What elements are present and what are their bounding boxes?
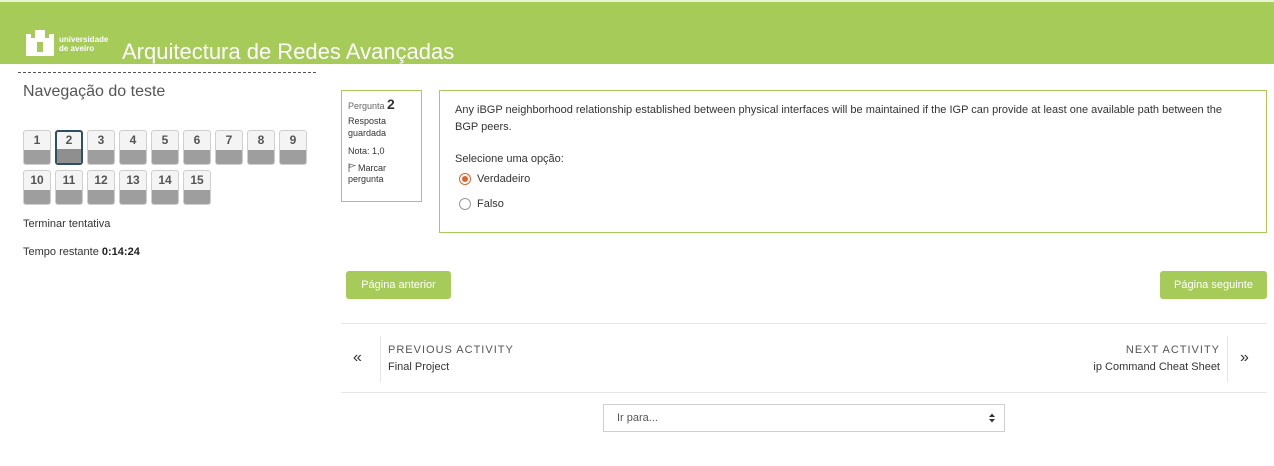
- next-activity-heading: NEXT ACTIVITY: [1125, 344, 1220, 356]
- jump-to-select[interactable]: Ir para...: [603, 404, 1005, 432]
- question-button-5[interactable]: 5: [151, 130, 179, 165]
- logo-line-2: de aveiro: [59, 44, 95, 53]
- timer-label: Tempo restante: [23, 246, 99, 258]
- question-button-8[interactable]: 8: [247, 130, 275, 165]
- radio-unchecked-icon[interactable]: [459, 198, 471, 211]
- question-button-1[interactable]: 1: [23, 130, 51, 165]
- question-number: 9: [289, 133, 297, 147]
- answered-indicator: [88, 150, 114, 164]
- answered-indicator: [120, 150, 146, 164]
- flag-question-toggle[interactable]: Marcar pergunta: [348, 163, 415, 185]
- answered-indicator: [280, 150, 306, 164]
- activity-nav-divider-bottom: [341, 392, 1267, 393]
- question-number: 8: [257, 133, 265, 147]
- finish-attempt-link[interactable]: Terminar tentativa: [23, 218, 110, 230]
- answered-indicator: [152, 190, 178, 204]
- time-remaining: Tempo restante 0:14:24: [23, 246, 140, 258]
- question-button-4[interactable]: 4: [119, 130, 147, 165]
- answered-indicator: [184, 190, 210, 204]
- answered-indicator: [120, 190, 146, 204]
- option-label: Verdadeiro: [477, 173, 531, 186]
- question-button-6[interactable]: 6: [183, 130, 211, 165]
- radio-checked-icon[interactable]: [459, 173, 471, 186]
- option-falso[interactable]: Falso: [459, 198, 504, 214]
- answered-indicator: [24, 190, 50, 204]
- question-number: 3: [97, 133, 105, 147]
- question-number: 12: [94, 173, 108, 187]
- previous-activity-link[interactable]: Final Project: [388, 361, 449, 373]
- question-number: 5: [161, 133, 169, 147]
- logo-line-1: universidade: [59, 35, 109, 44]
- option-verdadeiro[interactable]: Verdadeiro: [459, 173, 530, 189]
- next-page-button[interactable]: Página seguinte: [1160, 271, 1267, 299]
- question-number: 2: [65, 133, 73, 147]
- question-number: 7: [225, 133, 233, 147]
- question-number: 15: [190, 173, 204, 187]
- question-button-2[interactable]: 2: [55, 130, 83, 165]
- question-number: 1: [33, 133, 41, 147]
- question-button-12[interactable]: 12: [87, 170, 115, 205]
- question-number: 13: [126, 173, 140, 187]
- answered-indicator: [56, 190, 82, 204]
- answered-indicator: [216, 150, 242, 164]
- question-button-15[interactable]: 15: [183, 170, 211, 205]
- select-arrows-icon: [989, 413, 995, 423]
- previous-page-button[interactable]: Página anterior: [346, 271, 451, 299]
- activity-nav-separator: [1227, 336, 1228, 382]
- question-number: 4: [129, 133, 137, 147]
- option-label: Falso: [477, 198, 504, 211]
- course-title[interactable]: Arquitectura de Redes Avançadas: [122, 38, 454, 66]
- question-info-box: Pergunta 2 Resposta guardada Nota: 1,0 M…: [341, 90, 422, 202]
- question-text: Any iBGP neighborhood relationship estab…: [455, 104, 1223, 133]
- previous-activity-heading: PREVIOUS ACTIVITY: [388, 344, 514, 356]
- question-number: 11: [62, 173, 76, 187]
- question-label: Pergunta: [348, 101, 385, 111]
- activity-nav-separator: [380, 336, 381, 382]
- question-grade: Nota: 1,0: [348, 146, 385, 156]
- question-number: 6: [193, 133, 201, 147]
- timer-value: 0:14:24: [101, 246, 140, 258]
- flag-icon: [348, 163, 356, 172]
- site-header: universidade de aveiro Arquitectura de R…: [0, 0, 1274, 64]
- question-button-9[interactable]: 9: [279, 130, 307, 165]
- double-chevron-left-icon[interactable]: «: [353, 350, 362, 366]
- question-number: 10: [30, 173, 44, 187]
- answered-indicator: [88, 190, 114, 204]
- answered-indicator: [24, 150, 50, 164]
- question-button-3[interactable]: 3: [87, 130, 115, 165]
- double-chevron-right-icon[interactable]: »: [1240, 350, 1249, 366]
- question-number: 14: [158, 173, 172, 187]
- block-divider: [18, 72, 316, 73]
- next-activity-link[interactable]: ip Command Cheat Sheet: [1093, 361, 1220, 373]
- answered-indicator: [57, 149, 81, 163]
- activity-nav-divider-top: [341, 323, 1267, 324]
- answered-indicator: [184, 150, 210, 164]
- question-content: Any iBGP neighborhood relationship estab…: [439, 90, 1267, 233]
- question-button-7[interactable]: 7: [215, 130, 243, 165]
- question-number-display: 2: [387, 96, 395, 112]
- answer-prompt: Selecione uma opção:: [455, 153, 564, 165]
- answered-indicator: [152, 150, 178, 164]
- answered-indicator: [248, 150, 274, 164]
- jump-to-placeholder: Ir para...: [617, 412, 658, 424]
- university-logo[interactable]: universidade de aveiro: [24, 26, 114, 60]
- question-button-11[interactable]: 11: [55, 170, 83, 205]
- question-button-14[interactable]: 14: [151, 170, 179, 205]
- question-button-10[interactable]: 10: [23, 170, 51, 205]
- question-button-13[interactable]: 13: [119, 170, 147, 205]
- question-heading: Pergunta 2: [348, 96, 415, 112]
- quiz-navigation-title: Navegação do teste: [23, 83, 166, 100]
- logo-text: universidade de aveiro: [59, 35, 108, 53]
- university-logo-icon: [26, 30, 54, 56]
- question-state: Resposta guardada: [348, 116, 387, 138]
